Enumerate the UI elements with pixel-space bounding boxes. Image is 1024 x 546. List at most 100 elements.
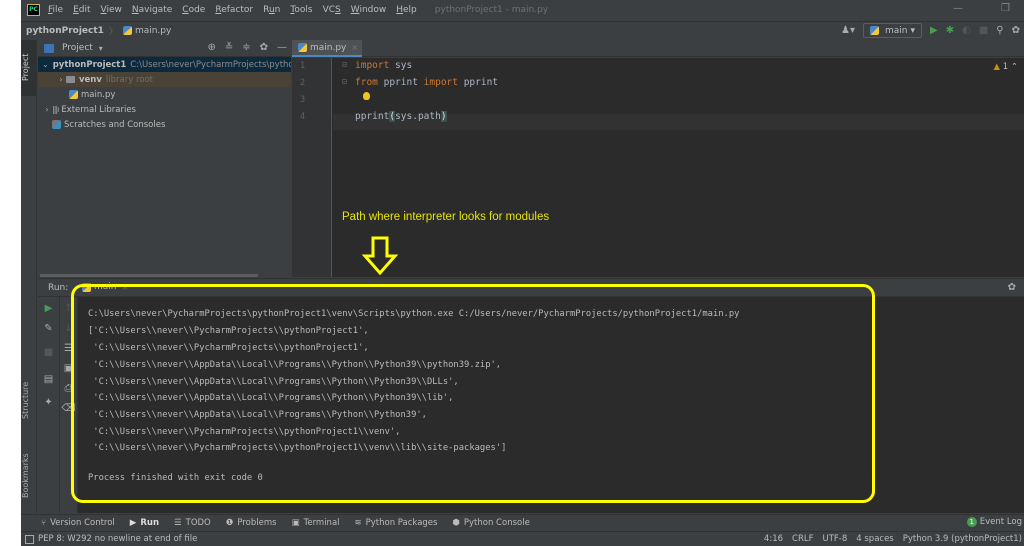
expand-all-icon[interactable]: ≚ xyxy=(225,42,233,53)
soft-wrap-icon[interactable]: ☰ xyxy=(60,343,77,354)
code-line-1: import sys xyxy=(355,60,413,71)
tree-item-venv[interactable]: › venv library root xyxy=(38,72,291,87)
gear-icon[interactable]: ✿ xyxy=(260,42,268,53)
indent-setting[interactable]: 4 spaces xyxy=(856,534,893,544)
scroll-to-end-icon[interactable]: ▣ xyxy=(60,363,77,374)
tree-item-hint: library root xyxy=(105,74,153,85)
tool-tab-problems[interactable]: ❶ Problems xyxy=(226,518,277,528)
toggle-tool-windows-icon[interactable] xyxy=(25,534,34,544)
horizontal-scrollbar[interactable] xyxy=(40,274,258,277)
run-toolbar-secondary: ↑ ↓ ☰ ▣ ⎙ ⌫ xyxy=(60,297,78,513)
window-controls: — ❐ xyxy=(953,3,1010,14)
tool-tab-run[interactable]: ▶ Run xyxy=(130,518,159,528)
menu-help[interactable]: Help xyxy=(396,5,417,15)
stop-icon[interactable]: ■ xyxy=(38,347,59,358)
tree-item-label: External Libraries xyxy=(61,104,136,115)
menu-vcs[interactable]: VCS xyxy=(323,5,341,15)
menu-view[interactable]: View xyxy=(101,5,122,15)
hide-icon[interactable]: — xyxy=(277,42,287,53)
python-icon xyxy=(869,26,879,35)
tool-tab-python-console[interactable]: ⬢ Python Console xyxy=(452,518,529,528)
tool-tab-version-control[interactable]: ⑂ Version Control xyxy=(41,518,115,528)
layout-icon[interactable]: ▤ xyxy=(38,374,59,385)
menu-refactor[interactable]: Refactor xyxy=(215,5,253,15)
status-bar: PEP 8: W292 no newline at end of file 4:… xyxy=(21,531,1024,546)
arrow-down-icon[interactable]: ↓ xyxy=(60,323,77,334)
file-encoding[interactable]: UTF-8 xyxy=(822,534,847,544)
menu-edit[interactable]: Edit xyxy=(73,5,90,15)
run-configuration-select[interactable]: main ▾ xyxy=(862,23,922,38)
project-panel-header: Project ▾ ⊕ ≚ ≑ ✿ — xyxy=(38,40,291,57)
debug-button[interactable]: ✱ xyxy=(946,25,954,36)
menu-file[interactable]: File xyxy=(48,5,63,15)
minimize-button[interactable]: — xyxy=(953,3,963,14)
close-icon[interactable]: × xyxy=(122,283,129,292)
chevron-down-icon[interactable]: ▾ xyxy=(99,44,103,53)
chevron-down-icon[interactable]: ⌄ xyxy=(42,60,49,69)
search-button[interactable]: ⚲ xyxy=(996,25,1003,36)
settings-button[interactable]: ✿ xyxy=(1012,25,1020,36)
console-line: 'C:\\Users\\never\\PycharmProjects\\pyth… xyxy=(88,427,401,437)
run-tab-main[interactable]: main × xyxy=(82,282,128,292)
tool-tab-bookmarks[interactable]: Bookmarks xyxy=(21,445,37,507)
inspection-widget[interactable]: ▲ 1 ⌃ xyxy=(994,62,1019,72)
chevron-right-icon[interactable]: › xyxy=(56,75,66,84)
tree-item-main-py[interactable]: main.py xyxy=(38,87,291,102)
coverage-button[interactable]: ◐ xyxy=(962,25,971,36)
breadcrumb-project[interactable]: pythonProject1 xyxy=(26,26,104,36)
tool-tab-python-packages[interactable]: ≋ Python Packages xyxy=(355,518,438,528)
run-icon: ▶ xyxy=(129,518,137,528)
pin-icon[interactable]: ✦ xyxy=(38,397,59,408)
arrow-up-icon[interactable]: ↑ xyxy=(60,303,77,314)
menu-window[interactable]: Window xyxy=(351,5,387,15)
python-interpreter[interactable]: Python 3.9 (pythonProject1) xyxy=(903,534,1022,544)
library-icon: |||ı xyxy=(52,105,59,114)
menu-run[interactable]: Run xyxy=(263,5,280,15)
fold-marker-icon[interactable]: ⊟ xyxy=(342,60,347,69)
line-separator[interactable]: CRLF xyxy=(792,534,813,544)
collapse-all-icon[interactable]: ≑ xyxy=(242,42,250,53)
breadcrumb-file[interactable]: main.py xyxy=(135,26,171,36)
tool-tab-structure[interactable]: Structure xyxy=(21,370,37,430)
line-number: 1 xyxy=(300,61,306,71)
project-panel-tools: ⊕ ≚ ≑ ✿ — xyxy=(207,42,287,53)
tool-tab-todo[interactable]: ☰ TODO xyxy=(174,518,211,528)
stop-button[interactable]: ■ xyxy=(979,25,988,36)
code-editor[interactable]: 1 2 3 4 ⊟ ⊟ import sys from pprint impor… xyxy=(292,58,1024,277)
scratches-icon xyxy=(52,120,61,129)
arrow-down-icon xyxy=(362,236,398,276)
tree-item-external-libraries[interactable]: › |||ı External Libraries xyxy=(38,102,291,117)
user-icon[interactable]: ♟▾ xyxy=(841,25,855,36)
close-icon[interactable]: × xyxy=(351,43,358,52)
wrench-icon[interactable]: ✎ xyxy=(38,323,59,334)
run-button[interactable]: ▶ xyxy=(930,25,938,36)
window-title: pythonProject1 - main.py xyxy=(434,5,549,15)
locate-icon[interactable]: ⊕ xyxy=(207,42,215,53)
editor-tab-main-py[interactable]: main.py × xyxy=(292,40,362,57)
tool-tab-project[interactable]: Project xyxy=(21,40,37,96)
fold-marker-icon[interactable]: ⊟ xyxy=(342,77,347,86)
chevron-down-icon: ▾ xyxy=(910,25,915,36)
project-view-select[interactable]: Project xyxy=(62,43,93,53)
warning-icon: ▲ xyxy=(993,62,1001,72)
chevron-up-icon[interactable]: ⌃ xyxy=(1011,62,1018,72)
menu-code[interactable]: Code xyxy=(182,5,205,15)
pycharm-window: PC File Edit View Navigate Code Refactor… xyxy=(21,0,1024,546)
chevron-right-icon[interactable]: › xyxy=(42,105,52,114)
menu-navigate[interactable]: Navigate xyxy=(132,5,172,15)
print-icon[interactable]: ⎙ xyxy=(60,383,77,394)
tool-tab-terminal[interactable]: ▣ Terminal xyxy=(292,518,340,528)
gear-icon[interactable]: ✿ xyxy=(1008,282,1016,293)
menu-tools[interactable]: Tools xyxy=(290,5,312,15)
run-console-output[interactable]: C:\Users\never\PycharmProjects\pythonPro… xyxy=(78,297,1024,513)
lightbulb-icon[interactable] xyxy=(363,92,370,100)
caret-position[interactable]: 4:16 xyxy=(764,534,783,544)
restore-button[interactable]: ❐ xyxy=(1001,3,1010,14)
event-log-button[interactable]: 1 Event Log xyxy=(966,517,1022,527)
trash-icon[interactable]: ⌫ xyxy=(60,403,77,414)
tree-item-project-root[interactable]: ⌄ pythonProject1 C:\Users\never\PycharmP… xyxy=(38,57,291,72)
main-toolbar: ♟▾ main ▾ ▶ ✱ ◐ ■ ⚲ ✿ xyxy=(841,23,1020,38)
tool-window-bar: ⑂ Version Control ▶ Run ☰ TODO ❶ Problems ▣ T… xyxy=(21,514,1024,531)
tree-item-scratches[interactable]: Scratches and Consoles xyxy=(38,117,291,132)
rerun-icon[interactable]: ▶ xyxy=(38,303,59,314)
